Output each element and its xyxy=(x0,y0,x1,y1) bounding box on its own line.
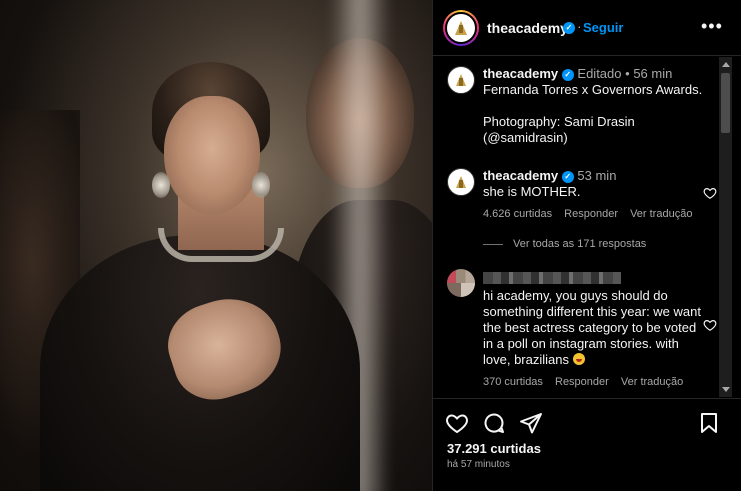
reply-button[interactable]: Responder xyxy=(555,376,609,388)
comment-avatar-pixelated[interactable] xyxy=(447,269,475,297)
verified-badge-icon: ✓ xyxy=(563,22,575,34)
comment-actions: 4.626 curtidas Responder Ver tradução xyxy=(483,206,705,222)
oscar-logo-icon xyxy=(455,21,467,35)
photo-necklace xyxy=(158,228,284,262)
comment-actions: 370 curtidas Responder Ver tradução xyxy=(483,374,705,390)
more-options-icon[interactable]: ••• xyxy=(701,16,723,37)
comment-likes[interactable]: 4.626 curtidas xyxy=(483,208,552,220)
comment-avatar[interactable] xyxy=(447,168,475,196)
view-replies-label: Ver todas as 171 respostas xyxy=(513,238,647,250)
verified-badge-icon: ✓ xyxy=(561,68,574,81)
view-replies-button[interactable]: Ver todas as 171 respostas xyxy=(483,238,646,250)
laughing-emoji-icon xyxy=(572,353,585,365)
translate-button[interactable]: Ver tradução xyxy=(621,376,683,388)
post-photo[interactable] xyxy=(0,0,432,491)
oscar-logo-icon xyxy=(456,176,466,188)
replies-divider xyxy=(483,243,503,245)
comment-body: theacademy ✓ 53 min she is MOTHER. 4.626… xyxy=(483,168,705,222)
caption-username[interactable]: theacademy xyxy=(483,66,558,81)
scroll-down-icon[interactable] xyxy=(722,387,730,392)
profile-avatar-ring[interactable] xyxy=(443,10,479,46)
oscar-logo-icon xyxy=(456,74,466,86)
comment-body: hi academy, you guys should do something… xyxy=(483,269,705,390)
comments-list[interactable]: theacademy ✓ Editado • 56 min Fernanda T… xyxy=(433,57,741,397)
avatar xyxy=(445,12,477,44)
post-actions-bar: 37.291 curtidas há 57 minutos xyxy=(433,398,741,491)
comment-text: she is MOTHER. xyxy=(483,184,581,199)
post-details-panel: theacademy ✓ · Seguir ••• theacademy ✓ E… xyxy=(432,0,741,491)
caption-separator: • xyxy=(625,66,630,81)
heart-icon[interactable] xyxy=(703,318,717,332)
post-timestamp[interactable]: há 57 minutos xyxy=(447,459,510,470)
comment-likes[interactable]: 370 curtidas xyxy=(483,376,543,388)
photo-earring-left xyxy=(152,172,170,198)
photo-earring-right xyxy=(252,172,270,198)
post-author-username[interactable]: theacademy xyxy=(487,20,568,36)
header-separator: · xyxy=(577,18,582,34)
caption-edited: Editado xyxy=(577,66,622,81)
comment-username[interactable]: theacademy xyxy=(483,168,558,183)
bookmark-icon[interactable] xyxy=(697,411,721,435)
send-icon[interactable] xyxy=(519,411,543,435)
comment-text: hi academy, you guys should do something… xyxy=(483,288,705,368)
post-likes-count[interactable]: 37.291 curtidas xyxy=(447,441,541,456)
follow-button[interactable]: Seguir xyxy=(583,20,623,35)
comment-username-blurred[interactable] xyxy=(483,271,621,284)
reply-button[interactable]: Responder xyxy=(564,208,618,220)
heart-icon[interactable] xyxy=(445,411,469,435)
caption-body: theacademy ✓ Editado • 56 min Fernanda T… xyxy=(483,66,705,146)
scroll-up-icon[interactable] xyxy=(722,62,730,67)
comments-scrollbar[interactable] xyxy=(719,57,732,397)
verified-badge-icon: ✓ xyxy=(561,170,574,183)
comment-text-content: hi academy, you guys should do something… xyxy=(483,288,701,367)
translate-button[interactable]: Ver tradução xyxy=(630,208,692,220)
caption-avatar[interactable] xyxy=(447,66,475,94)
post-header: theacademy ✓ · Seguir ••• xyxy=(433,0,741,56)
comment-time: 53 min xyxy=(577,168,617,183)
heart-icon[interactable] xyxy=(703,186,717,200)
caption-time: 56 min xyxy=(633,66,673,81)
photo-face xyxy=(164,96,260,214)
caption-text: Fernanda Torres x Governors Awards. Phot… xyxy=(483,82,703,145)
scrollbar-thumb[interactable] xyxy=(721,73,730,133)
comment-icon[interactable] xyxy=(482,411,506,435)
